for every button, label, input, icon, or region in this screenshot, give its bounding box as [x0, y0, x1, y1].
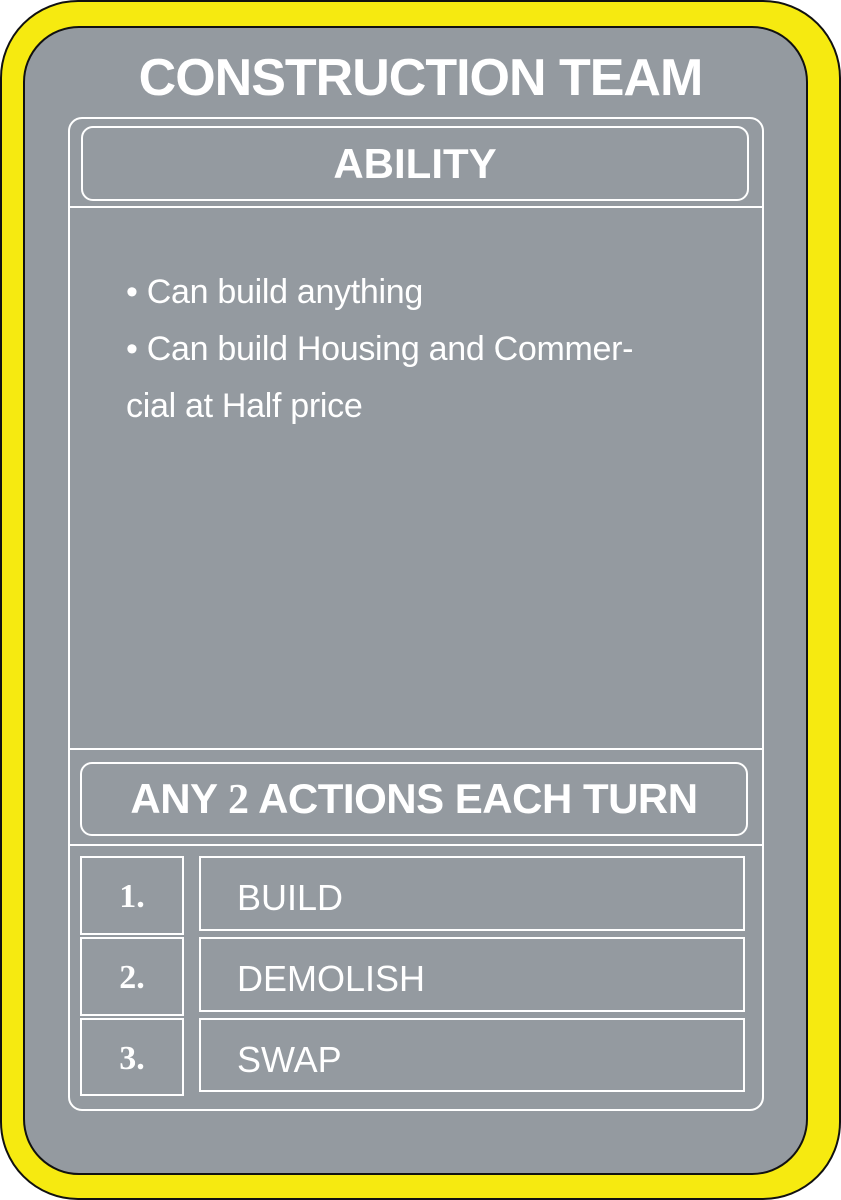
ability-line-3: cial at Half price	[126, 387, 363, 425]
ability-line-1: • Can build anything	[126, 273, 423, 311]
actions-header-count: 2	[227, 777, 249, 823]
actions-header-suffix: ACTIONS EACH TURN	[248, 775, 698, 822]
actions-bottom-divider	[70, 844, 762, 846]
actions-top-divider	[70, 748, 762, 750]
action-number-1: 1.	[80, 856, 184, 935]
action-label-demolish: DEMOLISH	[199, 937, 745, 1012]
ability-header: ABILITY	[81, 126, 749, 201]
action-number-3: 3.	[80, 1018, 184, 1096]
action-number-2: 2.	[80, 937, 184, 1016]
actions-header-prefix: ANY	[130, 775, 228, 822]
ability-divider	[70, 206, 762, 208]
card-title: CONSTRUCTION TEAM	[138, 49, 704, 107]
action-label-swap: SWAP	[199, 1018, 745, 1092]
action-label-build: BUILD	[199, 856, 745, 931]
ability-description: • Can build anything • Can build Housing…	[126, 264, 726, 435]
ability-line-2: • Can build Housing and Commer-	[126, 330, 634, 368]
actions-header: ANY 2 ACTIONS EACH TURN	[80, 762, 748, 836]
